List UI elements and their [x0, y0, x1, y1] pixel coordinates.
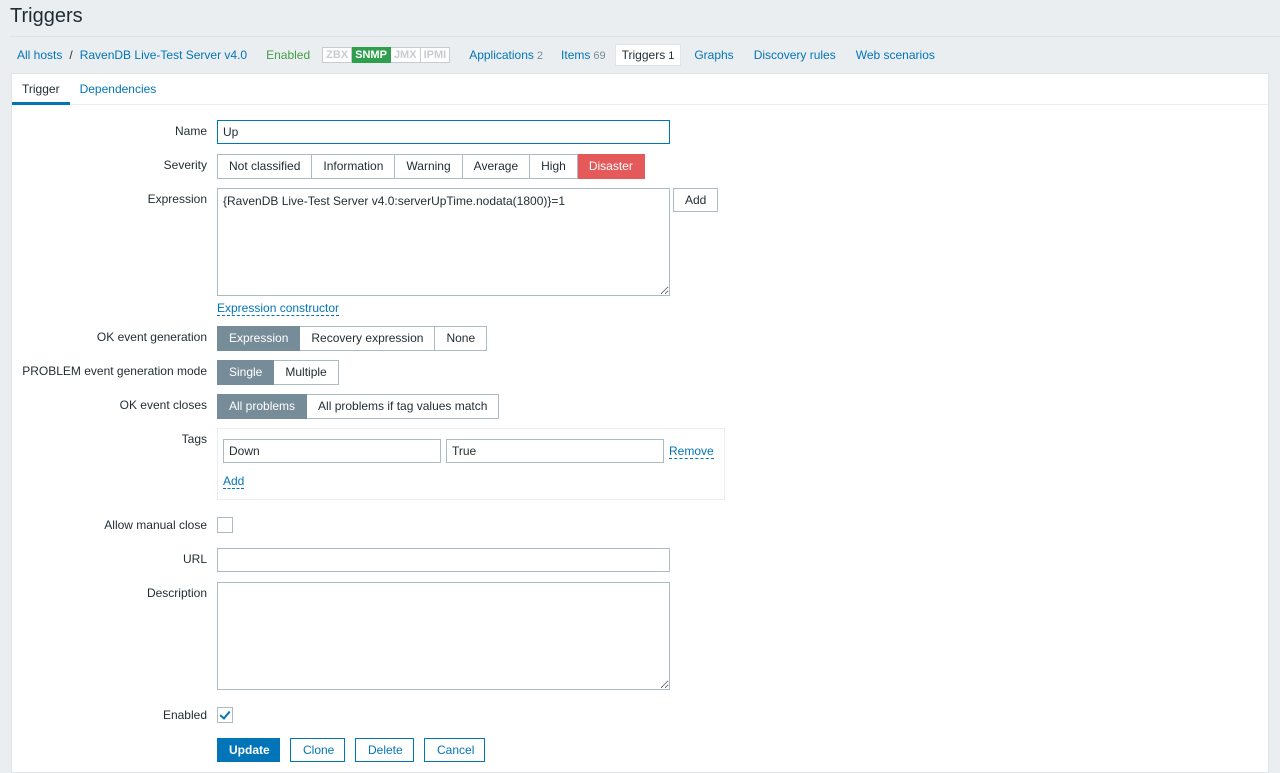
severity-selector: Not classified Information Warning Avera… [217, 154, 645, 179]
tag-name-input[interactable] [223, 439, 441, 463]
availability-zbx: ZBX [322, 47, 353, 63]
ok-event-generation-recovery[interactable]: Recovery expression [300, 326, 436, 351]
expression-textarea[interactable]: {RavenDB Live-Test Server v4.0:serverUpT… [217, 188, 670, 296]
problem-mode-selector: Single Multiple [217, 360, 339, 385]
clone-button[interactable]: Clone [290, 738, 345, 762]
checkmark-icon [219, 708, 231, 720]
severity-information[interactable]: Information [312, 154, 396, 179]
nav-items[interactable]: Items 69 [552, 48, 615, 62]
cancel-button[interactable]: Cancel [424, 738, 485, 762]
severity-warning[interactable]: Warning [395, 154, 463, 179]
update-button[interactable]: Update [217, 738, 280, 762]
availability-indicators: ZBX SNMP JMX IPMI [322, 47, 451, 63]
ok-event-generation-label: OK event generation [96, 330, 207, 344]
allow-manual-close-label: Allow manual close [104, 518, 207, 532]
page-title: Triggers [10, 5, 83, 27]
nav-graphs[interactable]: Graphs [685, 48, 742, 62]
nav-triggers[interactable]: Triggers 1 [614, 44, 682, 66]
form-tabs: Trigger Dependencies [12, 74, 1268, 105]
availability-ipmi: IPMI [420, 47, 451, 63]
availability-jmx: JMX [390, 47, 421, 63]
description-label: Description [146, 586, 207, 600]
name-input[interactable] [217, 120, 670, 144]
nav-web-scenarios[interactable]: Web scenarios [847, 48, 944, 62]
ok-event-generation-expression[interactable]: Expression [217, 326, 301, 351]
tags-label: Tags [181, 432, 207, 446]
tab-trigger[interactable]: Trigger [12, 74, 70, 105]
expression-label: Expression [147, 192, 207, 206]
severity-label: Severity [163, 158, 207, 172]
expression-constructor-link[interactable]: Expression constructor [217, 301, 340, 316]
severity-not-classified[interactable]: Not classified [217, 154, 313, 179]
problem-mode-label: PROBLEM event generation mode [22, 364, 207, 378]
expression-add-button[interactable]: Add [673, 188, 718, 212]
delete-button[interactable]: Delete [355, 738, 414, 762]
severity-disaster[interactable]: Disaster [577, 154, 645, 179]
host-status[interactable]: Enabled [254, 48, 322, 62]
problem-mode-single[interactable]: Single [217, 360, 275, 385]
tag-value-input[interactable] [446, 439, 664, 463]
ok-event-generation-none[interactable]: None [435, 326, 488, 351]
nav-discovery-rules[interactable]: Discovery rules [745, 48, 845, 62]
url-input[interactable] [217, 548, 670, 572]
tag-remove-link[interactable]: Remove [669, 444, 714, 459]
host-navigation: All hosts / RavenDB Live-Test Server v4.… [10, 44, 944, 66]
nav-applications[interactable]: Applications 2 [460, 48, 552, 62]
description-textarea[interactable] [217, 582, 670, 690]
ok-event-closes-tag-match[interactable]: All problems if tag values match [307, 394, 500, 419]
ok-event-generation-selector: Expression Recovery expression None [217, 326, 488, 351]
availability-snmp: SNMP [352, 47, 391, 63]
enabled-checkbox[interactable] [217, 707, 233, 723]
severity-average[interactable]: Average [462, 154, 531, 179]
breadcrumb-all-hosts[interactable]: All hosts [10, 48, 69, 62]
severity-high[interactable]: High [530, 154, 578, 179]
enabled-label: Enabled [162, 708, 207, 722]
problem-mode-multiple[interactable]: Multiple [274, 360, 339, 385]
ok-event-closes-all[interactable]: All problems [217, 394, 308, 419]
breadcrumb-host[interactable]: RavenDB Live-Test Server v4.0 [73, 48, 254, 62]
allow-manual-close-checkbox[interactable] [217, 517, 233, 533]
name-label: Name [174, 124, 207, 138]
ok-event-closes-label: OK event closes [119, 398, 207, 412]
tab-dependencies[interactable]: Dependencies [70, 74, 167, 105]
ok-event-closes-selector: All problems All problems if tag values … [217, 394, 500, 419]
title-divider [10, 36, 1280, 37]
tag-add-link[interactable]: Add [223, 474, 245, 489]
url-label: URL [182, 552, 207, 566]
